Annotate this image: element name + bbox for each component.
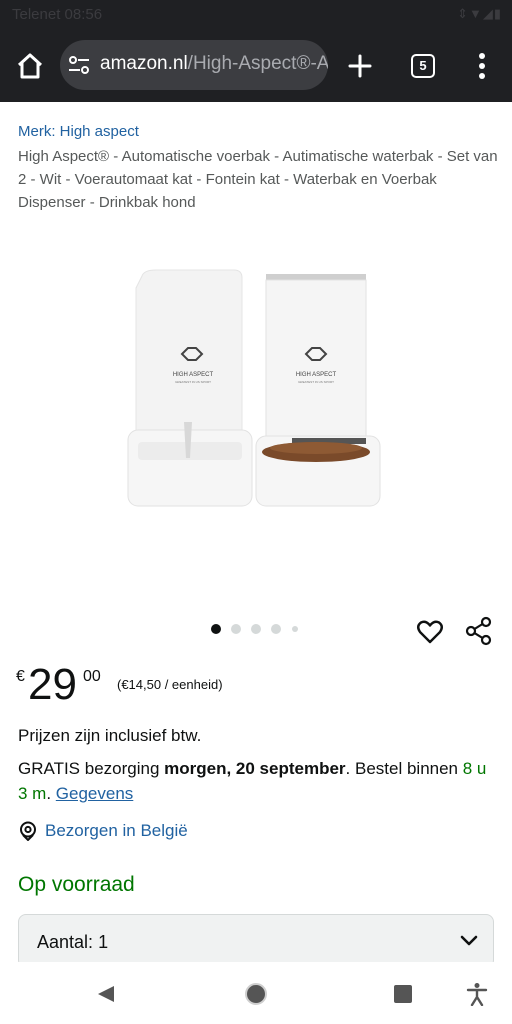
product-image[interactable]: HIGH ASPECT GREATEST IN US SPORT HIGH AS… [126,264,386,514]
address-bar[interactable]: amazon.nl/High-Aspect®-Automatische [60,40,328,90]
delivery-prefix: GRATIS bezorging [18,759,165,778]
share-icon[interactable] [465,616,493,646]
price-fraction: 00 [83,668,101,685]
quantity-select[interactable]: Aantal: 1 [18,914,494,968]
site-settings-icon[interactable] [68,55,90,75]
home-button-icon[interactable] [244,982,268,1006]
details-link[interactable]: Gegevens [56,784,134,803]
battery-icon: ▮ [493,6,502,21]
vibrate-icon: ⇕ [457,6,469,21]
browser-toolbar: amazon.nl/High-Aspect®-Automatische 5 [0,30,512,102]
quantity-label: Aantal: 1 [37,932,108,953]
logo-subtext-left: GREATEST IN US SPORT [175,380,211,384]
wifi-icon: ▼ [468,6,483,21]
chevron-down-icon [460,935,478,946]
url-host: amazon.nl [100,53,188,74]
url-text[interactable]: amazon.nl/High-Aspect®-Automatische [100,53,328,75]
carousel-dot[interactable] [251,624,261,634]
quantity-label-text: Aantal: [37,932,94,952]
stock-status: Op voorraad [18,873,135,896]
status-icons: ⇕▼◢▮ [457,6,502,22]
location-pin-icon[interactable] [18,821,38,841]
menu-icon[interactable] [470,50,494,82]
back-icon[interactable] [96,984,116,1004]
url-path: /High-Aspect®-Automatische [187,53,328,74]
delivery-location-link[interactable]: Bezorgen in België [45,821,188,841]
delivery-middle: . Bestel binnen [345,759,463,778]
new-tab-icon[interactable] [346,52,374,80]
heart-icon[interactable] [416,618,444,646]
unit-price: (€14,50 / eenheid) [117,677,223,692]
logo-text-right: HIGH ASPECT [296,372,337,378]
status-bar: Telenet 08:56 ⇕▼◢▮ [0,0,512,30]
home-icon[interactable] [12,48,48,84]
tab-switcher-button[interactable]: 5 [411,54,435,78]
recent-apps-icon[interactable] [393,984,413,1004]
carousel-dot[interactable] [211,624,221,634]
delivery-suffix: . [46,784,56,803]
logo-subtext-right: GREATEST IN US SPORT [298,380,334,384]
logo-text-left: HIGH ASPECT [173,372,214,378]
signal-icon: ◢ [482,6,494,21]
system-nav-bar [0,962,512,1024]
carrier-time: Telenet 08:56 [12,6,103,23]
delivery-date: morgen, 20 september [164,759,346,778]
vat-notice: Prijzen zijn inclusief btw. [18,726,202,745]
carousel-dot[interactable] [271,624,281,634]
price-whole: 29 [28,660,77,709]
quantity-value: 1 [98,932,109,952]
delivery-message: GRATIS bezorging morgen, 20 september. B… [18,756,488,806]
carousel-dot[interactable] [292,626,298,632]
accessibility-icon[interactable] [466,982,488,1006]
carousel-dot[interactable] [231,624,241,634]
product-title: High Aspect® - Automatische voerbak - Au… [18,148,498,211]
price-currency: € [16,668,25,685]
brand-link[interactable]: Merk: High aspect [18,123,139,140]
